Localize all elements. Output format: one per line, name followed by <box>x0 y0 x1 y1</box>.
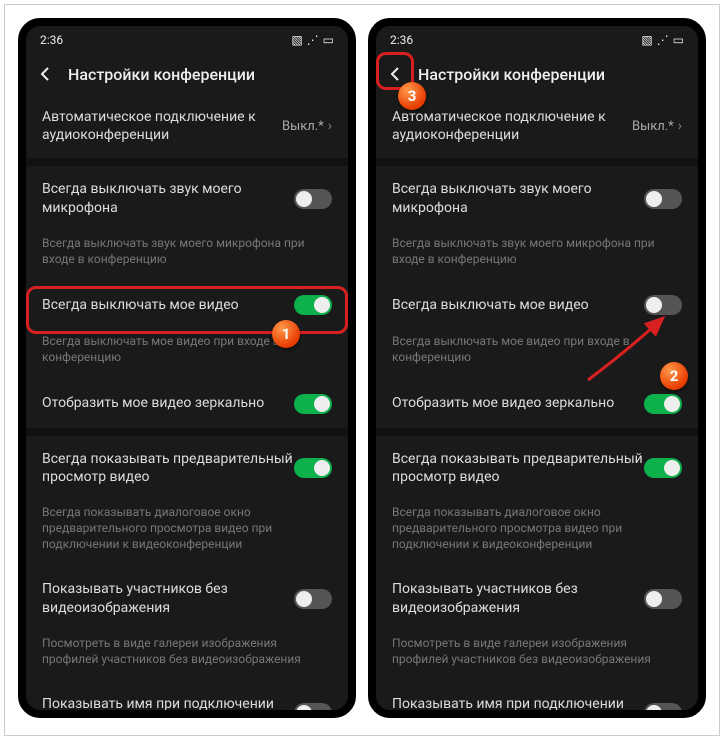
toggle-preview[interactable] <box>644 458 682 478</box>
row-mute-video-desc: Всегда выключать мое видео при входе в к… <box>376 329 698 379</box>
row-mirror: Отобразить мое видео зеркально <box>26 380 348 428</box>
row-preview: Всегда показывать предварительный просмо… <box>376 436 698 500</box>
toggle-show-name[interactable] <box>644 703 682 718</box>
back-button[interactable] <box>34 62 58 86</box>
row-no-video: Показывать участников без видеоизображен… <box>26 566 348 630</box>
row-mute-mic: Всегда выключать звук моего микрофона <box>26 166 348 230</box>
annotation-callout-3: 3 <box>398 82 426 110</box>
status-bar: 2:36 ▧ ⋰ ▭ <box>376 26 698 54</box>
row-mute-mic: Всегда выключать звук моего микрофона <box>376 166 698 230</box>
annotation-callout-2: 2 <box>660 362 688 390</box>
toggle-mute-video[interactable] <box>644 295 682 315</box>
row-autoconnect[interactable]: Автоматическое подключение к аудиоконфер… <box>376 94 698 158</box>
battery-icon: ▭ <box>323 33 334 47</box>
row-no-video-label: Показывать участников без видеоизображен… <box>42 580 294 616</box>
row-preview-label: Всегда показывать предварительный просмо… <box>42 450 294 486</box>
toggle-show-name[interactable] <box>294 703 332 718</box>
toggle-mute-mic[interactable] <box>294 189 332 209</box>
row-autoconnect[interactable]: Автоматическое подключение к аудиоконфер… <box>26 94 348 158</box>
row-mute-mic-desc: Всегда выключать звук моего микрофона пр… <box>376 231 698 281</box>
phone-left: 2:36 ▧ ⋰ ▭ Настройки конференции Автомат… <box>18 18 356 718</box>
row-preview-label: Всегда показывать предварительный просмо… <box>392 450 644 486</box>
row-autoconnect-value: Выкл.* <box>282 119 324 134</box>
row-no-video: Показывать участников без видеоизображен… <box>376 566 698 630</box>
wifi-icon: ⋰ <box>307 33 319 47</box>
signal-icon: ▧ <box>641 33 652 47</box>
header: Настройки конференции <box>26 54 348 94</box>
toggle-mirror[interactable] <box>644 394 682 414</box>
row-mute-video: Всегда выключать мое видео <box>376 281 698 329</box>
wifi-icon: ⋰ <box>657 33 669 47</box>
phone-right: 2:36 ▧ ⋰ ▭ Настройки конференции Автомат… <box>368 18 706 718</box>
toggle-preview[interactable] <box>294 458 332 478</box>
chevron-right-icon: › <box>328 118 332 134</box>
signal-icon: ▧ <box>291 33 302 47</box>
row-no-video-desc: Посмотреть в виде галереи изображения пр… <box>376 631 698 681</box>
row-mirror: Отобразить мое видео зеркально <box>376 380 698 428</box>
status-time: 2:36 <box>390 33 413 47</box>
row-mute-video-label: Всегда выключать мое видео <box>42 296 294 314</box>
row-no-video-label: Показывать участников без видеоизображен… <box>392 580 644 616</box>
row-preview: Всегда показывать предварительный просмо… <box>26 436 348 500</box>
toggle-mute-mic[interactable] <box>644 189 682 209</box>
row-mute-mic-label: Всегда выключать звук моего микрофона <box>42 180 294 216</box>
row-preview-desc: Всегда показывать диалоговое окно предва… <box>26 500 348 567</box>
annotation-callout-1: 1 <box>272 320 300 348</box>
chevron-right-icon: › <box>678 118 682 134</box>
page-title: Настройки конференции <box>418 65 605 84</box>
toggle-no-video[interactable] <box>294 589 332 609</box>
row-show-name-label: Показывать имя при подключении участнико… <box>42 695 294 718</box>
row-mirror-label: Отобразить мое видео зеркально <box>392 394 644 412</box>
back-button[interactable] <box>384 62 408 86</box>
row-show-name-label: Показывать имя при подключении участнико… <box>392 695 644 718</box>
row-autoconnect-label: Автоматическое подключение к аудиоконфер… <box>392 108 632 144</box>
row-show-name: Показывать имя при подключении участнико… <box>26 681 348 718</box>
status-icons: ▧ ⋰ ▭ <box>291 33 334 47</box>
toggle-mirror[interactable] <box>294 394 332 414</box>
row-mute-video: Всегда выключать мое видео <box>26 281 348 329</box>
row-mirror-label: Отобразить мое видео зеркально <box>42 394 294 412</box>
toggle-mute-video[interactable] <box>294 295 332 315</box>
row-mute-video-label: Всегда выключать мое видео <box>392 296 644 314</box>
row-mute-mic-desc: Всегда выключать звук моего микрофона пр… <box>26 231 348 281</box>
status-icons: ▧ ⋰ ▭ <box>641 33 684 47</box>
status-time: 2:36 <box>40 33 63 47</box>
header: Настройки конференции <box>376 54 698 94</box>
row-no-video-desc: Посмотреть в виде галереи изображения пр… <box>26 631 348 681</box>
row-autoconnect-label: Автоматическое подключение к аудиоконфер… <box>42 108 282 144</box>
row-autoconnect-value: Выкл.* <box>632 119 674 134</box>
toggle-no-video[interactable] <box>644 589 682 609</box>
row-show-name: Показывать имя при подключении участнико… <box>376 681 698 718</box>
battery-icon: ▭ <box>673 33 684 47</box>
page-title: Настройки конференции <box>68 65 255 84</box>
row-mute-mic-label: Всегда выключать звук моего микрофона <box>392 180 644 216</box>
row-preview-desc: Всегда показывать диалоговое окно предва… <box>376 500 698 567</box>
status-bar: 2:36 ▧ ⋰ ▭ <box>26 26 348 54</box>
